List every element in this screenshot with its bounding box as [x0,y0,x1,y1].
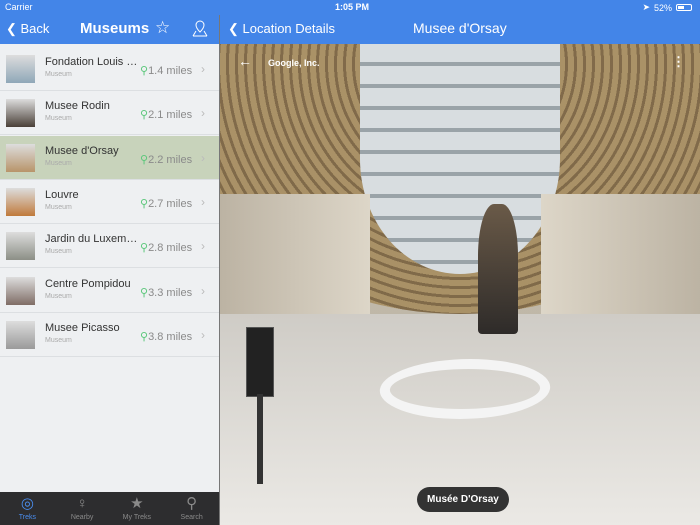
left-nav-bar: ❮ Back Museums ☆ [0,15,219,44]
statue [478,204,518,334]
tab-bar: ◎ Treks ♀ Nearby ★ My Treks ⚲ Search [0,492,219,525]
museum-name: Fondation Louis V... [45,56,140,68]
museum-list-panel: ❮ Back Museums ☆ Fondation Louis V... Mu… [0,15,219,525]
chevron-right-icon: › [201,283,205,298]
location-details-back-button[interactable]: ❮ Location Details [228,21,335,37]
museum-type: Museum [45,115,72,123]
museum-type: Museum [45,159,72,167]
museum-thumbnail [6,55,35,83]
tab-my-treks[interactable]: ★ My Treks [110,492,165,525]
museum-list-item[interactable]: Centre Pompidou Museum ⚲3.3 miles › [0,269,219,313]
location-pin-icon: ⚲ [140,153,149,166]
museum-distance: 3.8 miles [148,330,193,343]
museum-type: Museum [45,71,72,78]
gallery-wall-right [541,194,700,324]
museum-list-item[interactable]: Musee Rodin Museum ⚲2.1 miles › [0,91,219,136]
chevron-right-icon: › [201,62,205,76]
map-pin-icon[interactable] [190,19,210,42]
chevron-right-icon: › [201,150,205,165]
museum-thumbnail [6,143,35,172]
museum-thumbnail [6,99,35,128]
museum-list-item[interactable]: Louvre Museum ⚲2.7 miles › [0,180,219,224]
museum-name: Musee Rodin [45,100,110,113]
location-detail-panel: ❮ Location Details Musee d'Orsay ← Googl… [219,15,700,525]
chevron-right-icon: › [201,327,205,342]
search-icon: ⚲ [186,495,198,512]
tab-treks[interactable]: ◎ Treks [0,492,55,525]
street-view-panorama[interactable]: ← Google, Inc. ⋮ Musée D'Orsay [220,44,700,525]
info-sign [246,327,274,397]
museum-distance: 3.3 miles [148,286,193,299]
museum-thumbnail [6,232,35,261]
museum-distance: 2.8 miles [148,242,193,255]
star-icon: ★ [130,495,144,512]
right-nav-bar: ❮ Location Details Musee d'Orsay [220,15,700,44]
museum-list-item[interactable]: Jardin du Luxemb... Museum ⚲2.8 miles › [0,224,219,269]
location-pin-icon: ⚲ [140,65,149,77]
museum-list-item[interactable]: Musee d'Orsay Museum ⚲2.2 miles › [0,135,219,180]
museum-thumbnail [6,187,35,216]
detail-title: Musee d'Orsay [413,20,507,36]
clock: 1:05 PM [335,2,370,12]
carrier-label: Carrier [5,2,33,12]
museum-list-item[interactable]: Musee Picasso Museum ⚲3.8 miles › [0,313,219,357]
pin-icon: ♀ [76,495,88,512]
museum-thumbnail [6,320,35,349]
battery-percent: 52% [653,2,672,13]
museum-name: Louvre [45,188,79,201]
museum-thumbnail [6,276,35,305]
tab-label: My Treks [122,514,152,521]
location-pin-icon: ⚲ [140,197,149,210]
place-label[interactable]: Musée D'Orsay [417,487,509,512]
museum-type: Museum [45,336,72,344]
more-menu-icon[interactable]: ⋮ [672,54,685,70]
museum-type: Museum [45,203,72,211]
location-pin-icon: ⚲ [140,286,149,299]
museum-name: Jardin du Luxemb... [45,233,140,246]
museum-name: Musee d'Orsay [45,144,119,157]
battery-icon [676,4,692,11]
sign-post [257,394,263,484]
treks-icon: ◎ [20,495,34,512]
museum-list-item[interactable]: Fondation Louis V... Museum ⚲1.4 miles › [0,47,219,91]
attribution: Google, Inc. [268,58,320,68]
chevron-right-icon: › [201,194,205,209]
back-arrow-icon[interactable]: ← [238,53,252,69]
museum-distance: 2.2 miles [148,153,193,166]
museum-distance: 1.4 miles [148,65,193,77]
location-pin-icon: ⚲ [140,109,149,122]
museum-type: Museum [45,292,72,300]
museum-name: Musee Picasso [45,321,120,334]
page-title: Museums [80,20,150,37]
location-icon: ➤ [642,2,650,12]
status-bar: Carrier 1:05 PM ➤ 52% [0,0,700,15]
museum-distance: 2.1 miles [148,109,193,122]
back-button[interactable]: ❮ Back [6,21,49,37]
chevron-right-icon: › [201,239,205,254]
location-pin-icon: ⚲ [140,242,149,255]
skylight [360,44,560,274]
tab-label: Treks [18,514,36,521]
tab-label: Search [180,514,203,521]
tab-label: Nearby [70,514,94,521]
tab-nearby[interactable]: ♀ Nearby [55,492,110,525]
tab-search[interactable]: ⚲ Search [164,492,219,525]
museum-name: Centre Pompidou [45,277,131,290]
museum-type: Museum [45,248,72,256]
location-pin-icon: ⚲ [140,330,149,343]
gallery-wall-left [220,194,370,324]
chevron-right-icon: › [201,106,205,121]
favorite-star-icon[interactable]: ☆ [155,18,170,38]
museum-distance: 2.7 miles [148,197,193,210]
